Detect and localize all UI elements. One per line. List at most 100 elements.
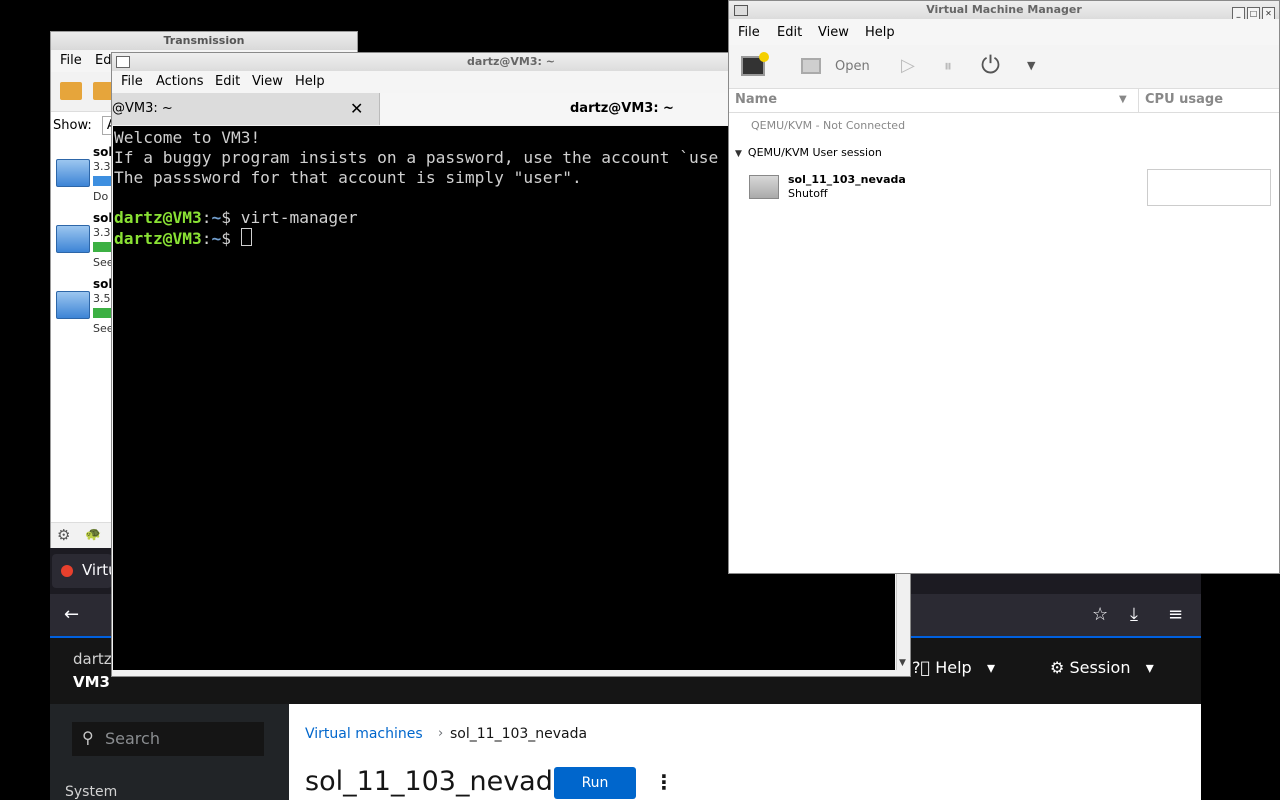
torrent-name: sol [93, 277, 113, 291]
run-icon[interactable]: ▷ [901, 55, 915, 76]
connection-row[interactable]: ▼ QEMU/KVM User session [735, 146, 882, 159]
torrent-status: Do [93, 190, 109, 203]
cockpit-user: dartz [73, 650, 112, 668]
prompt-path: ~ [211, 229, 222, 248]
menu-actions[interactable]: Actions [156, 74, 204, 89]
prompt-path: ~ [211, 208, 222, 227]
menu-help[interactable]: Help [865, 25, 895, 40]
session-menu[interactable]: ⚙ Session ▾ [1050, 658, 1154, 677]
gear-icon[interactable]: ⚙ [57, 526, 70, 544]
menu-help[interactable]: Help [295, 74, 325, 89]
browser-tab[interactable]: Virtu [52, 554, 118, 588]
page-title: sol_11_103_nevada [305, 766, 570, 797]
sort-chevron-icon[interactable]: ▼ [1119, 94, 1127, 105]
help-label: Help [935, 658, 972, 677]
kebab-menu-icon[interactable]: ⋮ [654, 770, 674, 794]
folder-icon [56, 225, 90, 253]
chevron-down-icon[interactable]: ▼ [1027, 59, 1035, 72]
expander-triangle-icon[interactable]: ▼ [735, 149, 742, 159]
search-icon: ⚲ [82, 728, 94, 747]
progress-bar [93, 308, 113, 318]
torrent-row[interactable]: sol 3.3 See [51, 211, 114, 271]
bookmark-star-icon[interactable]: ☆ [1092, 604, 1108, 625]
window-titlebar[interactable]: Transmission [51, 32, 357, 50]
menu-file[interactable]: File [121, 74, 143, 89]
menu-edit[interactable]: Ed [95, 53, 111, 68]
progress-bar [93, 242, 113, 252]
torrent-size: 3.5 [93, 292, 111, 305]
open-folder-icon[interactable] [60, 82, 82, 100]
torrent-name: sol [93, 145, 113, 159]
vm-monitor-icon [749, 175, 779, 199]
window-title: dartz@VM3: ~ [467, 55, 555, 68]
prompt-user: dartz@VM3 [114, 229, 202, 248]
terminal-tab[interactable]: @VM3: ~ ✕ [112, 93, 380, 125]
breadcrumb-current: sol_11_103_nevada [450, 726, 588, 742]
open-vm-icon [801, 58, 821, 74]
window-title: Virtual Machine Manager [926, 3, 1082, 16]
menu-view[interactable]: View [252, 74, 283, 89]
menu-edit[interactable]: Edit [215, 74, 240, 89]
power-icon[interactable]: ⏻ [981, 51, 1000, 79]
session-label: Session [1069, 658, 1131, 677]
virt-manager-window: Virtual Machine Manager _ □ ✕ File Edit Vi… [728, 0, 1280, 574]
download-icon[interactable]: ⤓ [1130, 604, 1138, 625]
terminal-line: Welcome to VM3! [114, 128, 261, 147]
prompt-symbol: $ [221, 229, 231, 248]
menu-file[interactable]: File [60, 53, 82, 68]
column-name[interactable]: Name [735, 92, 777, 107]
terminal-command: virt-manager [240, 208, 358, 227]
new-vm-icon[interactable] [741, 52, 769, 76]
torrent-row[interactable]: sol 3.5 See [51, 277, 114, 337]
connection-label: QEMU/KVM User session [747, 146, 882, 159]
run-button[interactable]: Run [554, 767, 636, 799]
show-label: Show: [53, 118, 92, 133]
column-cpu-usage[interactable]: CPU usage [1145, 92, 1223, 107]
window-titlebar[interactable]: Virtual Machine Manager _ □ ✕ [729, 1, 1279, 20]
folder-icon [56, 291, 90, 319]
menu-bar: File Edit View Help [729, 19, 1279, 45]
menu-hamburger-icon[interactable]: ≡ [1168, 604, 1183, 625]
chevron-down-icon: ▾ [976, 658, 995, 677]
open-button[interactable]: Open [835, 59, 870, 74]
menu-file[interactable]: File [738, 25, 760, 40]
window-icon [734, 5, 748, 16]
vm-list-header: Name ▼ CPU usage [729, 89, 1279, 113]
cockpit-favicon-icon [61, 565, 73, 577]
scroll-down-icon[interactable]: ▼ [899, 658, 906, 668]
text-cursor [240, 228, 252, 246]
menu-edit[interactable]: Edit [777, 25, 802, 40]
cockpit-host[interactable]: VM3 [73, 673, 110, 691]
terminal-line: If a buggy program insists on a password… [114, 148, 719, 167]
prompt-user: dartz@VM3 [114, 208, 202, 227]
folder-icon [56, 159, 90, 187]
breadcrumb-virtual-machines[interactable]: Virtual machines [305, 726, 423, 742]
turtle-icon[interactable]: 🐢 [85, 527, 101, 542]
close-tab-icon[interactable]: ✕ [350, 99, 363, 118]
help-menu[interactable]: ?⃝ Help ▾ [912, 658, 995, 677]
help-circle-icon: ?⃝ [912, 658, 931, 677]
sidebar-item-system[interactable]: System [65, 784, 117, 800]
torrent-size: 3.3 [93, 160, 111, 173]
chevron-down-icon: ▾ [1135, 658, 1154, 677]
vm-name[interactable]: sol_11_103_nevada [788, 173, 906, 186]
back-arrow-icon[interactable]: ← [64, 604, 79, 625]
prompt-symbol: $ [221, 208, 231, 227]
torrent-row[interactable]: sol 3.3 Do [51, 145, 113, 205]
tab-label: dartz@VM3: ~ [570, 101, 674, 116]
torrent-name: sol [93, 211, 113, 225]
breadcrumb-separator-icon: › [438, 726, 444, 741]
menu-view[interactable]: View [818, 25, 849, 40]
tab-label: @VM3: ~ [112, 101, 173, 116]
column-divider [1138, 89, 1139, 113]
torrent-size: 3.3 [93, 226, 111, 239]
cpu-usage-graph [1147, 169, 1271, 206]
terminal-line: The passsword for that account is simply… [114, 168, 582, 187]
search-input[interactable]: ⚲ Search [72, 722, 264, 756]
vm-state: Shutoff [788, 187, 828, 200]
pause-icon[interactable]: ⏸ [944, 56, 952, 76]
connection-row[interactable]: QEMU/KVM - Not Connected [751, 119, 905, 132]
toolbar: Open ▷ ⏸ ⏻ ▼ [729, 45, 1279, 89]
search-placeholder: Search [105, 729, 160, 748]
progress-bar [93, 176, 113, 186]
